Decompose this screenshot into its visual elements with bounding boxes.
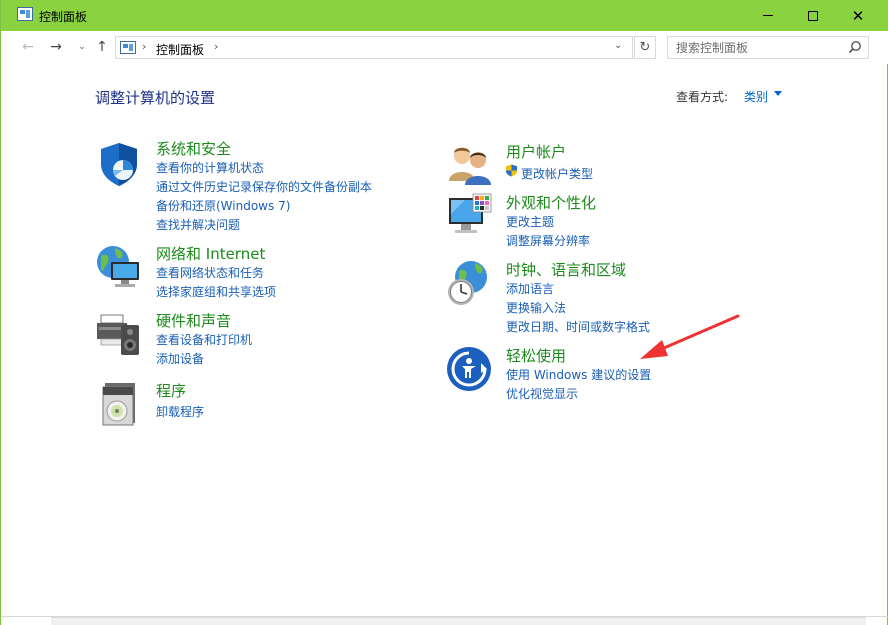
breadcrumb-control-panel[interactable]: 控制面板	[156, 41, 204, 58]
link-file-history-backup[interactable]: 通过文件历史记录保存你的文件备份副本	[156, 178, 372, 195]
shield-icon[interactable]	[95, 140, 143, 188]
category-network-internet: 网络和 Internet 查看网络状态和任务 选择家庭组和共享选项	[95, 242, 395, 302]
chevron-down-icon: ⌄	[78, 42, 86, 52]
refresh-button[interactable]: ↻	[634, 36, 656, 59]
forward-arrow-icon: →	[50, 39, 62, 55]
control-panel-address-icon	[120, 41, 136, 54]
address-dropdown-icon[interactable]: ⌄	[614, 40, 622, 51]
maximize-icon	[808, 10, 818, 21]
link-windows-recommended-settings[interactable]: 使用 Windows 建议的设置	[506, 366, 651, 383]
minimize-icon	[763, 15, 773, 16]
link-uninstall-program[interactable]: 卸载程序	[156, 403, 204, 420]
category-title-programs[interactable]: 程序	[156, 380, 186, 401]
close-button[interactable]: ✕	[835, 0, 881, 31]
view-by-label: 查看方式:	[676, 90, 729, 104]
link-view-computer-status[interactable]: 查看你的计算机状态	[156, 159, 264, 176]
category-user-accounts: 用户帐户 更改帐户类型	[445, 141, 745, 186]
category-title-network-internet[interactable]: 网络和 Internet	[156, 243, 265, 264]
link-change-theme[interactable]: 更改主题	[506, 213, 554, 230]
control-panel-window: 控制面板 ✕ ← → ⌄ ↑ › 控制面板 › ⌄ ↻ 调整计算机的设置 查看方…	[0, 0, 888, 625]
link-optimize-visual-display[interactable]: 优化视觉显示	[506, 385, 578, 402]
link-change-account-type[interactable]: 更改帐户类型	[521, 165, 593, 182]
category-title-clock-language-region[interactable]: 时钟、语言和区域	[506, 259, 626, 280]
programs-disc-icon[interactable]	[95, 379, 143, 427]
navigation-bar: ← → ⌄ ↑ › 控制面板 › ⌄ ↻	[1, 31, 888, 64]
category-ease-of-access: 轻松使用 使用 Windows 建议的设置 优化视觉显示	[445, 345, 745, 405]
printer-speaker-icon[interactable]	[95, 309, 143, 357]
category-appearance: 外观和个性化 更改主题 调整屏幕分辨率	[445, 192, 745, 252]
link-troubleshoot[interactable]: 查找并解决问题	[156, 216, 240, 233]
category-clock-language-region: 时钟、语言和区域 添加语言 更换输入法 更改日期、时间或数字格式	[445, 259, 745, 339]
breadcrumb-separator[interactable]: ›	[214, 40, 218, 53]
link-add-device[interactable]: 添加设备	[156, 350, 204, 367]
view-by-dropdown[interactable]: 类别	[744, 88, 768, 105]
link-network-status-tasks[interactable]: 查看网络状态和任务	[156, 264, 264, 281]
breadcrumb-separator[interactable]: ›	[142, 40, 146, 53]
category-title-ease-of-access[interactable]: 轻松使用	[506, 345, 566, 366]
control-panel-app-icon	[17, 7, 33, 21]
back-button[interactable]: ←	[19, 38, 37, 56]
forward-button[interactable]: →	[47, 38, 65, 56]
page-title: 调整计算机的设置	[95, 89, 216, 107]
category-title-appearance[interactable]: 外观和个性化	[506, 192, 596, 213]
search-icon[interactable]	[848, 40, 862, 54]
maximize-button[interactable]	[790, 0, 836, 31]
category-title-system-security[interactable]: 系统和安全	[156, 138, 231, 159]
category-hardware-sound: 硬件和声音 查看设备和打印机 添加设备	[95, 309, 395, 369]
search-box[interactable]	[667, 36, 869, 59]
link-devices-printers[interactable]: 查看设备和打印机	[156, 331, 252, 348]
category-programs: 程序 卸载程序	[95, 379, 395, 429]
search-input[interactable]	[668, 37, 844, 58]
back-arrow-icon: ←	[22, 39, 34, 55]
refresh-icon: ↻	[639, 40, 651, 55]
status-strip	[51, 617, 866, 625]
link-change-date-time-format[interactable]: 更改日期、时间或数字格式	[506, 318, 650, 335]
category-title-user-accounts[interactable]: 用户帐户	[506, 141, 566, 162]
uac-shield-icon	[505, 164, 518, 177]
link-homegroup-sharing[interactable]: 选择家庭组和共享选项	[156, 283, 276, 300]
link-adjust-resolution[interactable]: 调整屏幕分辨率	[506, 232, 590, 249]
ease-of-access-icon[interactable]	[445, 345, 493, 393]
users-icon[interactable]	[445, 141, 493, 189]
recent-locations-button[interactable]: ⌄	[73, 38, 91, 56]
clock-globe-icon[interactable]	[445, 259, 493, 307]
link-backup-restore-win7[interactable]: 备份和还原(Windows 7)	[156, 197, 290, 214]
link-change-input-method[interactable]: 更换输入法	[506, 299, 566, 316]
category-system-security: 系统和安全 查看你的计算机状态 通过文件历史记录保存你的文件备份副本 备份和还原…	[95, 138, 395, 238]
window-title: 控制面板	[39, 10, 88, 24]
up-button[interactable]: ↑	[93, 38, 111, 56]
category-title-hardware-sound[interactable]: 硬件和声音	[156, 310, 231, 331]
link-add-language[interactable]: 添加语言	[506, 280, 554, 297]
title-bar[interactable]: 控制面板 ✕	[1, 0, 888, 31]
network-globe-icon[interactable]	[95, 242, 143, 290]
view-by-chevron-icon[interactable]	[774, 91, 782, 96]
monitor-palette-icon[interactable]	[445, 192, 493, 240]
up-arrow-icon: ↑	[96, 39, 108, 55]
close-icon: ✕	[851, 6, 865, 25]
minimize-button[interactable]	[745, 0, 791, 31]
address-bar[interactable]: › 控制面板 › ⌄	[115, 36, 633, 59]
